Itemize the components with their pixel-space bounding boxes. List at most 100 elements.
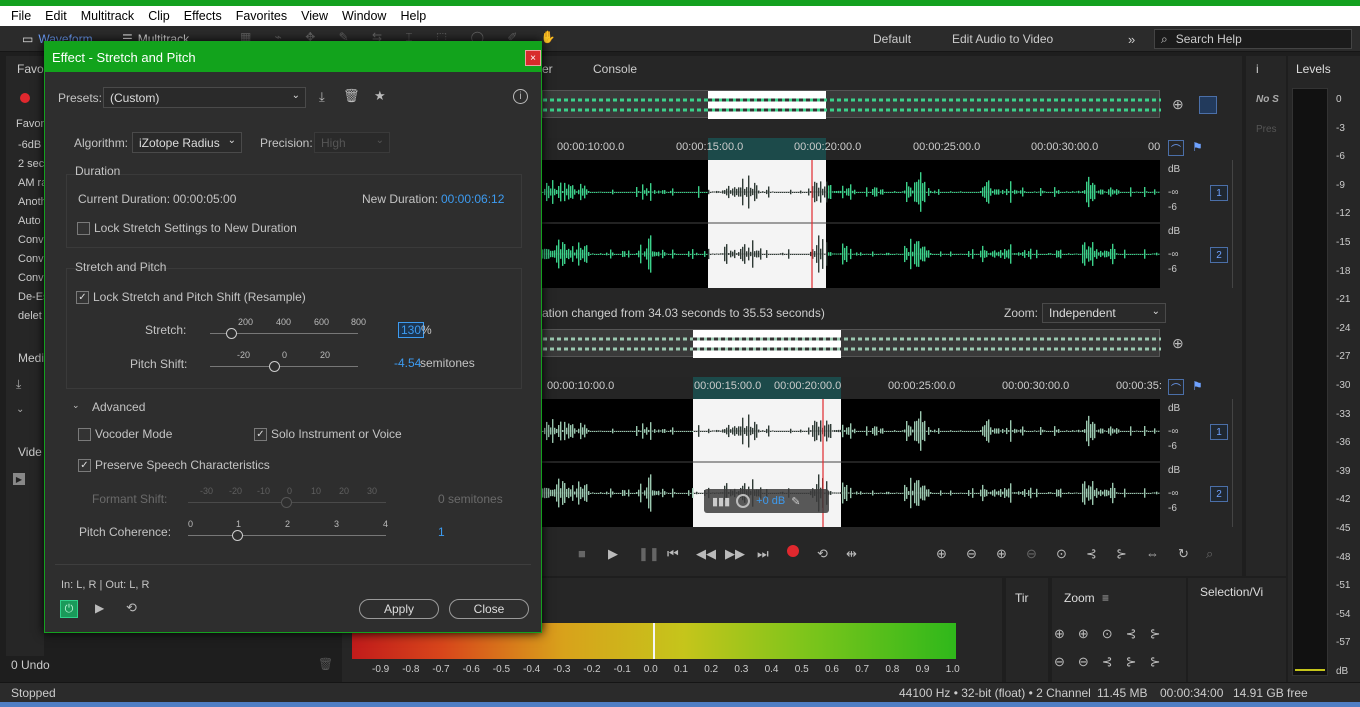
menu-clip[interactable]: Clip [148,9,170,23]
close-button[interactable]: Close [449,599,529,619]
more-workspaces-icon[interactable]: » [1128,32,1135,47]
zoom-reset-icon[interactable]: ↻ [1178,546,1189,562]
record-icon[interactable] [787,545,799,557]
selection-view-tab[interactable]: Selection/Vi [1200,585,1263,599]
workspace-edit-audio-to-video[interactable]: Edit Audio to Video [952,32,1053,46]
fast-forward-icon[interactable]: ▶▶ [725,546,745,562]
precision-dropdown[interactable]: High ⌄ [314,132,390,153]
channel-toggle-1[interactable]: 1 [1210,424,1228,440]
download-icon[interactable]: ⤓ [16,377,21,392]
trash-icon[interactable]: 🗑 [343,88,360,104]
search-help-field[interactable]: ⌕ Search Help [1154,29,1352,49]
zoom-in-left-icon[interactable]: ⊰ [1086,546,1097,562]
play-preview-icon[interactable]: ▶ [95,601,104,615]
coherence-slider-handle[interactable] [232,530,243,541]
formant-slider-handle[interactable] [281,497,292,508]
zoom-out-time-icon[interactable]: ⊖ [1026,546,1037,562]
zoom-out-amplitude-icon[interactable]: ⊖ [966,546,977,562]
trash-icon[interactable]: 🗑 [318,657,333,671]
zoom-mode-dropdown[interactable]: Independent ⌄ [1042,303,1166,323]
coherence-slider-track[interactable] [188,535,386,536]
waveform-display-bottom[interactable]: ▮▮▮ +0 dB ✎ [542,399,1160,527]
zoom-in-amplitude-icon[interactable]: ⊕ [936,546,947,562]
hud-volume-control[interactable]: ▮▮▮ +0 dB ✎ [704,489,829,513]
video-panel-tab[interactable]: Vide [18,445,42,459]
favorite-star-icon[interactable]: ★ [374,88,386,104]
pause-icon[interactable]: ❚❚ [638,546,660,562]
editor-tab[interactable]: er [542,62,553,76]
solo-instrument-checkbox[interactable]: ✓ [254,428,267,441]
overview-bar-top[interactable] [542,90,1161,119]
info-icon[interactable]: i [513,89,528,104]
stop-icon[interactable]: ■ [578,546,586,561]
preserve-speech-checkbox[interactable]: ✓ [78,459,91,472]
skip-to-end-icon[interactable]: ⏭ [757,546,769,562]
menu-favorites[interactable]: Favorites [236,9,287,23]
view-toggle-icon[interactable] [1199,96,1217,114]
power-icon[interactable]: ⏻ [60,600,78,618]
channel-toggle-2[interactable]: 2 [1210,486,1228,502]
loop-playback-icon[interactable]: ⟲ [817,546,828,562]
waveform-display-top[interactable] [542,160,1160,288]
favorite-item[interactable]: AM ra [18,177,47,189]
pitch-slider-handle[interactable] [269,361,280,372]
record-favorite-icon[interactable] [20,93,30,103]
loop-icon[interactable]: ⌒ [1168,379,1184,395]
presets-dropdown[interactable]: (Custom) ⌄ [103,87,306,108]
chevron-down-icon[interactable]: ⌄ [16,404,24,415]
lock-stretch-duration-checkbox[interactable] [77,222,90,235]
menu-icon[interactable]: ≡ [1102,591,1109,605]
vocoder-mode-checkbox[interactable] [78,428,91,441]
favorite-item[interactable]: 2 sec [18,158,44,170]
channel-toggle-2[interactable]: 2 [1210,247,1228,263]
stretch-slider-handle[interactable] [226,328,237,339]
loop-preview-icon[interactable]: ⟲ [126,600,137,616]
media-browser-tab[interactable]: Medi [18,351,44,365]
save-preset-icon[interactable]: ⤓ [319,89,325,105]
menu-window[interactable]: Window [342,9,386,23]
zoom-in-right-icon[interactable]: ⊱ [1116,546,1127,562]
menu-file[interactable]: File [11,9,31,23]
time-ruler-bottom[interactable]: 00:00:10:00.0 00:00:15:00.0 00:00:20:00.… [542,377,1162,399]
menu-effects[interactable]: Effects [184,9,222,23]
volume-knob-icon[interactable] [736,494,751,508]
favorite-item[interactable]: -6dB [18,139,41,151]
apply-button[interactable]: Apply [359,599,439,619]
channel-toggle-1[interactable]: 1 [1210,185,1228,201]
favorite-item[interactable]: delet [18,310,42,322]
menu-view[interactable]: View [301,9,328,23]
zoom-selection-icon[interactable]: ⊕ [1172,96,1184,113]
close-icon[interactable]: × [525,50,541,66]
zoom-icons-row2[interactable]: ⊖⊖⊰⊱⊱ [1054,654,1173,670]
zoom-selection-icon[interactable]: ⊕ [1172,335,1184,352]
chevron-down-icon[interactable]: ⌄ [72,400,80,411]
zoom-icons-row1[interactable]: ⊕⊕⊙⊰⊱ [1054,626,1173,642]
time-ruler-top[interactable]: 00:00:10:00.0 00:00:15:00.0 00:00:20:00.… [542,138,1160,160]
favorite-item[interactable]: Auto [18,215,41,227]
menu-edit[interactable]: Edit [45,9,67,23]
overview-bar-bottom[interactable] [542,329,1161,358]
coherence-value-field[interactable]: 1 [438,525,445,539]
play-video-icon[interactable]: ▶ [13,473,25,485]
dialog-titlebar[interactable]: Effect - Stretch and Pitch [45,42,541,72]
favorite-item[interactable]: Conv [18,234,44,246]
loop-icon[interactable]: ⌒ [1168,140,1184,156]
zoom-in-time-icon[interactable]: ⊕ [996,546,1007,562]
marker-icon[interactable]: ⚑ [1192,140,1203,154]
zoom-history-icon[interactable]: ⌕ [1206,546,1213,562]
play-icon[interactable]: ▶ [608,546,618,562]
menu-multitrack[interactable]: Multitrack [81,9,134,23]
favorite-item[interactable]: Conv [18,253,44,265]
zoom-panel-tab[interactable]: Zoom [1064,591,1095,605]
pitch-slider-track[interactable] [210,366,358,367]
new-duration-value[interactable]: 00:00:06:12 [441,192,504,206]
properties-tab[interactable]: i [1256,62,1259,76]
pitch-value-field[interactable]: -4.54 [394,356,421,370]
levels-title[interactable]: Levels [1296,62,1331,76]
pin-icon[interactable]: ✎ [791,495,800,508]
advanced-toggle[interactable]: Advanced [92,400,145,414]
favorite-item[interactable]: Conv [18,272,44,284]
favorite-item[interactable]: Anoth [18,196,47,208]
lock-stretch-pitch-checkbox[interactable]: ✓ [76,291,89,304]
zoom-full-icon[interactable]: ⊙ [1056,546,1067,562]
